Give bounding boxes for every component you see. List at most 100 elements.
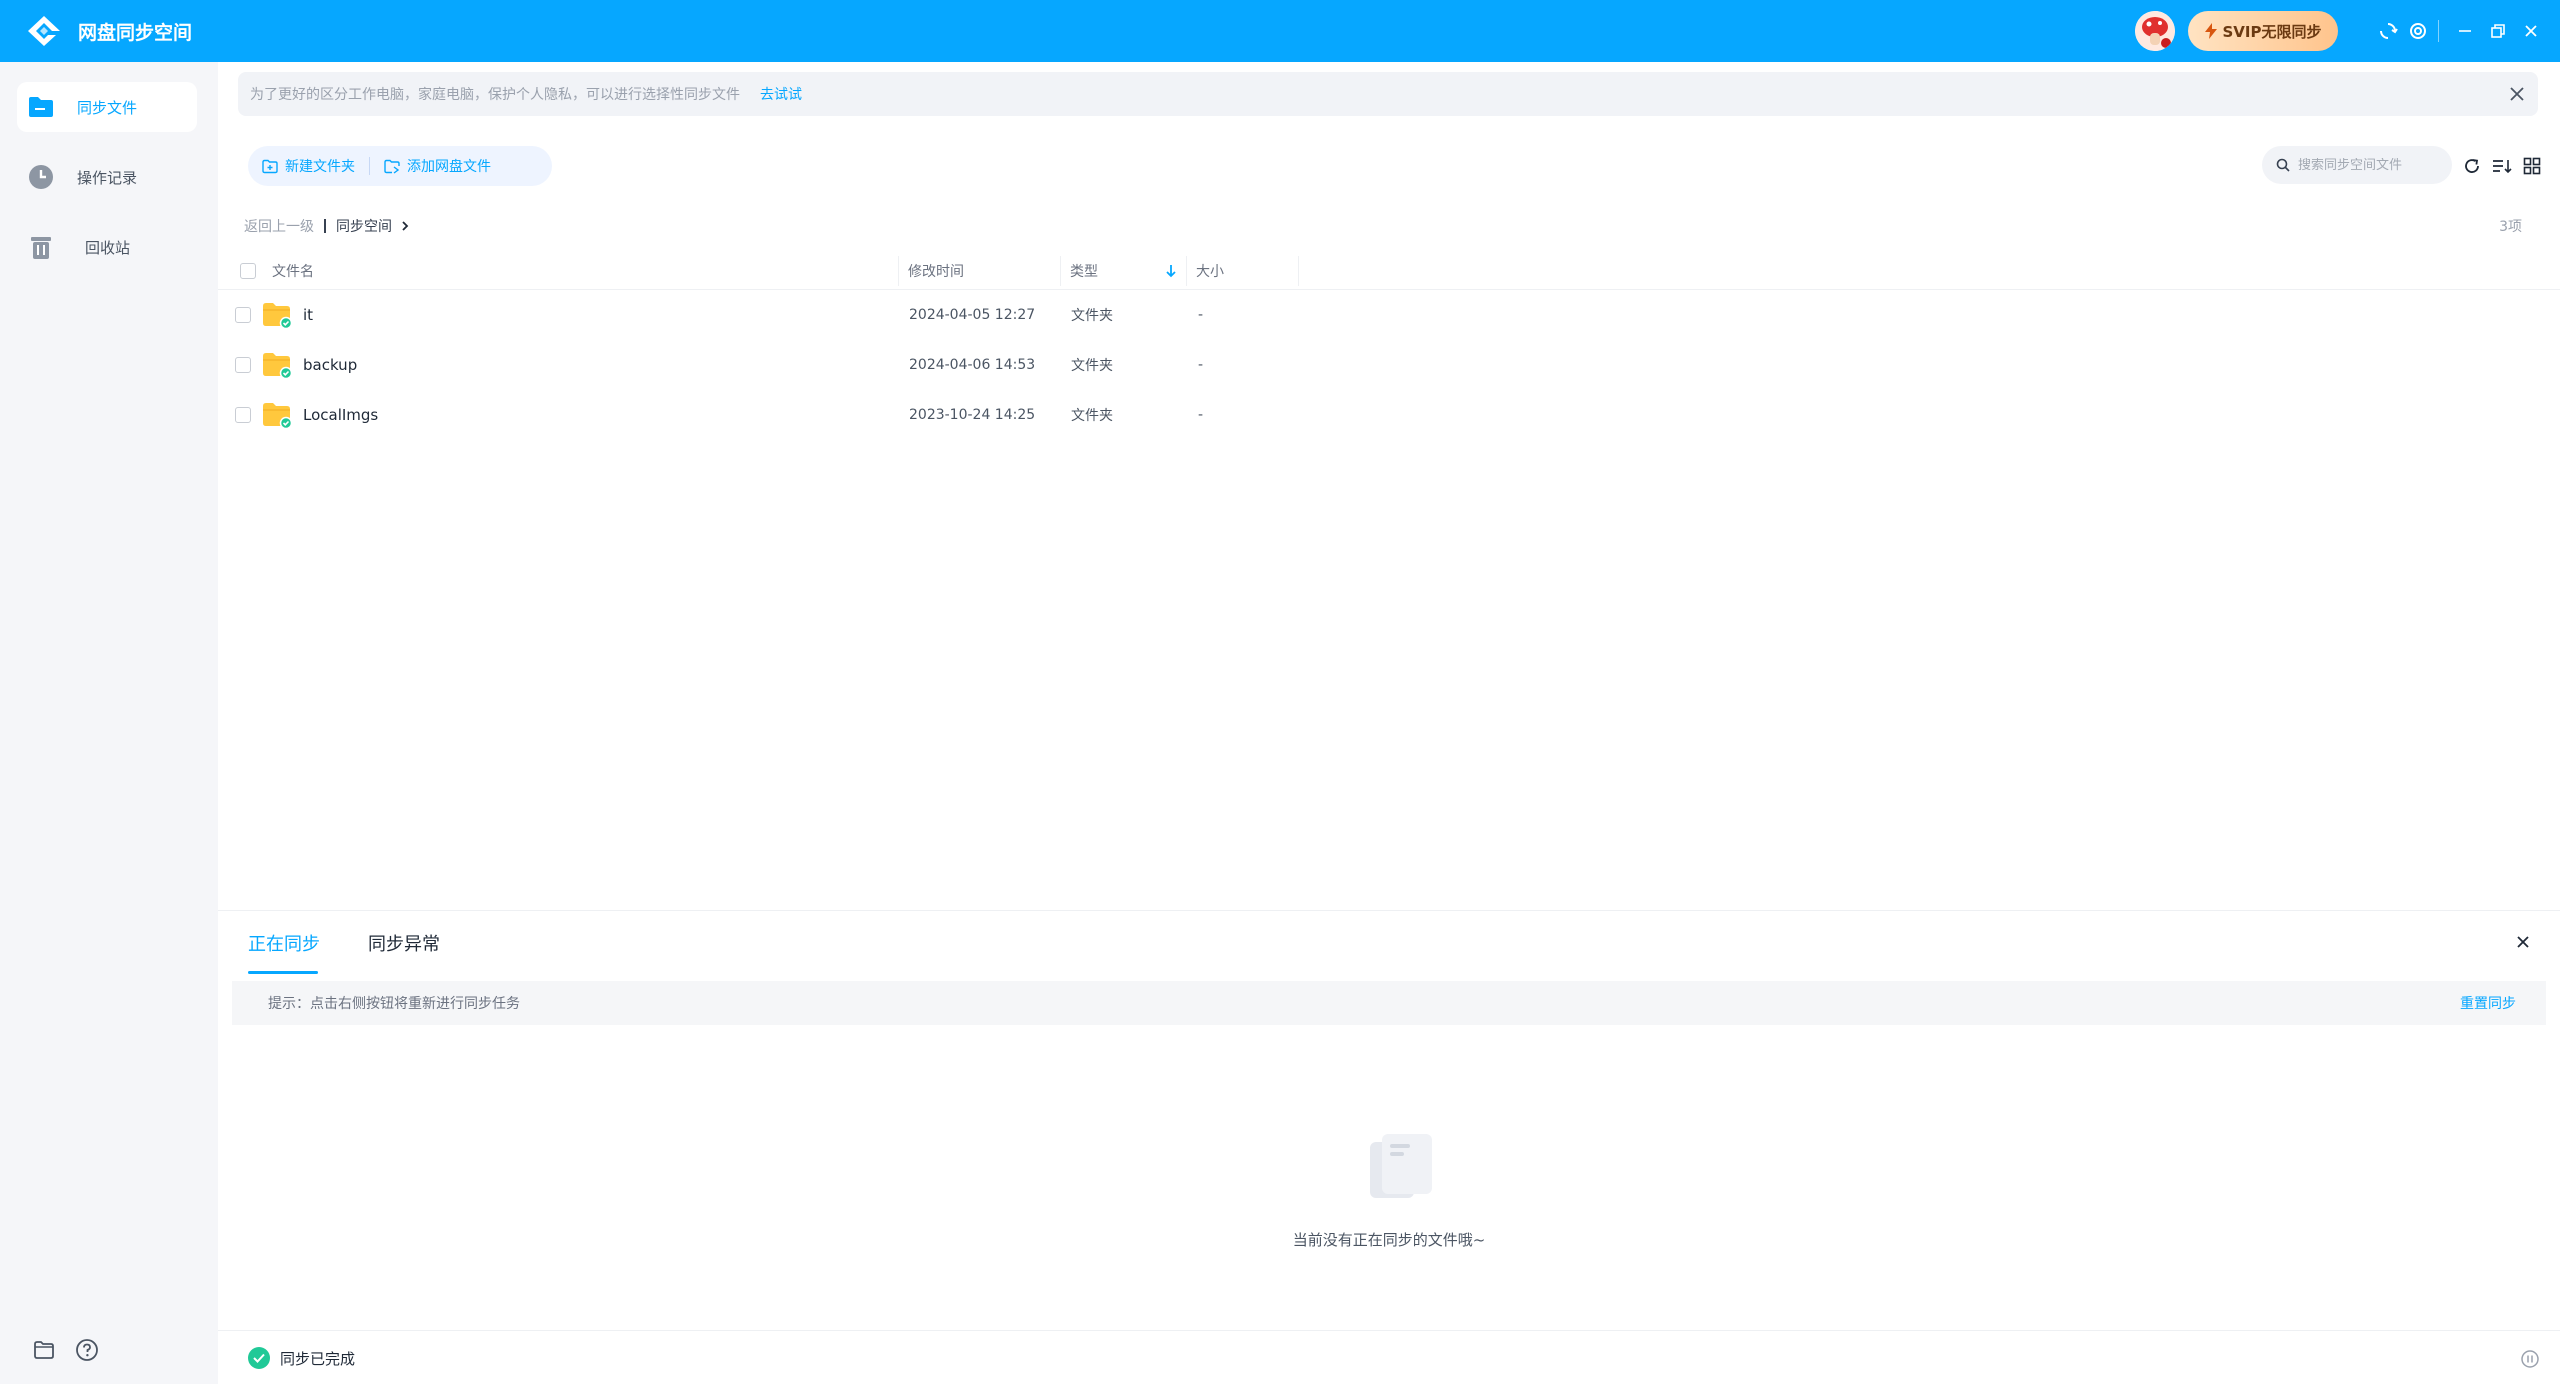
add-cloud-file-button[interactable]: 添加网盘文件	[370, 146, 505, 186]
file-type: 文件夹	[1071, 308, 1113, 324]
svip-label: SVIP无限同步	[2222, 22, 2322, 41]
avatar[interactable]	[2135, 11, 2175, 51]
file-modified: 2023-10-24 14:25	[909, 407, 1036, 423]
trash-icon	[31, 237, 51, 259]
sidebar: 同步文件 操作记录 回收站	[0, 62, 218, 1384]
synced-folder-icon	[262, 390, 292, 440]
banner-try-link[interactable]: 去试试	[760, 84, 802, 104]
synced-folder-icon	[262, 290, 292, 340]
file-name[interactable]: backup	[303, 340, 357, 390]
search-input[interactable]	[2298, 157, 2438, 173]
new-folder-icon	[262, 159, 278, 173]
sync-settings-icon[interactable]	[2375, 18, 2401, 44]
add-cloud-file-label: 添加网盘文件	[407, 159, 491, 175]
tab-syncing[interactable]: 正在同步	[248, 911, 320, 975]
breadcrumb-back-link[interactable]: 返回上一级	[244, 216, 314, 236]
file-name[interactable]: it	[303, 290, 313, 340]
file-modified: 2024-04-05 12:27	[909, 307, 1036, 323]
sync-panel: 正在同步 同步异常 提示：点击右侧按钮将重新进行同步任务 重置同步	[218, 910, 2560, 1330]
sidebar-item-history[interactable]: 操作记录	[17, 152, 197, 202]
sync-tip-bar: 提示：点击右侧按钮将重新进行同步任务 重置同步	[232, 981, 2546, 1025]
empty-state-text: 当前没有正在同步的文件哦~	[1292, 1231, 1486, 1249]
file-type: 文件夹	[1071, 408, 1113, 424]
close-window-icon[interactable]	[2518, 18, 2544, 44]
breadcrumb-current[interactable]: 同步空间	[336, 216, 392, 236]
grid-view-button[interactable]	[2520, 154, 2544, 178]
column-divider	[1298, 256, 1299, 286]
action-group: 新建文件夹 添加网盘文件	[248, 146, 552, 186]
synced-folder-icon	[262, 340, 292, 390]
title-bar: 网盘同步空间 SVIP无限同步	[0, 0, 2560, 62]
avatar-image-icon	[2135, 11, 2175, 51]
file-type: 文件夹	[1071, 358, 1113, 374]
file-size: -	[1198, 357, 1204, 373]
column-header-type[interactable]: 类型	[1070, 252, 1098, 290]
titlebar-divider	[2438, 20, 2439, 42]
sync-tip-text: 提示：点击右侧按钮将重新进行同步任务	[268, 996, 520, 1012]
search-box[interactable]	[2262, 146, 2452, 184]
sort-button[interactable]	[2490, 154, 2514, 178]
new-folder-button[interactable]: 新建文件夹	[248, 146, 369, 186]
select-all-checkbox[interactable]	[240, 252, 256, 290]
table-row[interactable]: it 2024-04-05 12:27 文件夹 -	[218, 290, 2560, 340]
sort-icon	[2493, 160, 2512, 174]
file-modified: 2024-04-06 14:53	[909, 357, 1036, 373]
column-divider	[898, 256, 899, 286]
sidebar-item-sync-files[interactable]: 同步文件	[17, 82, 197, 132]
sidebar-item-label: 回收站	[85, 238, 131, 257]
sync-complete-icon	[248, 1347, 270, 1369]
column-divider	[1060, 256, 1061, 286]
column-divider	[1186, 256, 1187, 286]
breadcrumb-separator	[324, 219, 326, 233]
file-table-header: 文件名 修改时间 类型 大小	[218, 252, 2560, 290]
lightning-icon	[2204, 23, 2217, 39]
column-header-modified[interactable]: 修改时间	[908, 252, 964, 290]
open-folder-button[interactable]	[31, 1337, 57, 1363]
empty-files-icon	[1370, 1134, 1432, 1198]
banner-text: 为了更好的区分工作电脑，家庭电脑，保护个人隐私，可以进行选择性同步文件	[250, 87, 740, 103]
sync-status-text: 同步已完成	[280, 1350, 356, 1368]
app-logo-icon	[28, 16, 60, 46]
restore-icon[interactable]	[2485, 18, 2511, 44]
add-cloud-file-icon	[384, 159, 400, 174]
folder-sync-icon	[29, 97, 53, 117]
clock-icon	[29, 165, 53, 189]
row-checkbox[interactable]	[235, 340, 251, 390]
row-checkbox[interactable]	[235, 290, 251, 340]
active-tab-indicator	[248, 971, 318, 974]
help-button[interactable]	[74, 1337, 100, 1363]
sidebar-item-label: 同步文件	[77, 98, 138, 117]
selective-sync-banner: 为了更好的区分工作电脑，家庭电脑，保护个人隐私，可以进行选择性同步文件 去试试	[238, 72, 2538, 116]
file-size: -	[1198, 307, 1204, 323]
resync-button[interactable]: 重置同步	[2460, 993, 2516, 1013]
grid-view-icon	[2523, 157, 2541, 175]
folder-icon	[34, 1341, 54, 1359]
column-header-size[interactable]: 大小	[1196, 252, 1224, 290]
new-folder-label: 新建文件夹	[285, 159, 355, 175]
sort-desc-icon[interactable]	[1166, 252, 1176, 290]
column-header-name[interactable]: 文件名	[272, 252, 314, 290]
file-size: -	[1198, 407, 1204, 423]
file-name[interactable]: LocalImgs	[303, 390, 378, 440]
chevron-right-icon	[402, 221, 409, 231]
help-icon	[76, 1339, 98, 1361]
tab-sync-errors[interactable]: 同步异常	[368, 911, 440, 975]
row-checkbox[interactable]	[235, 390, 251, 440]
svip-button[interactable]: SVIP无限同步	[2188, 11, 2338, 51]
pause-icon[interactable]	[2520, 1349, 2540, 1369]
minimize-icon[interactable]	[2452, 18, 2478, 44]
sidebar-item-recycle-bin[interactable]: 回收站	[17, 222, 197, 272]
search-icon	[2276, 158, 2290, 172]
refresh-icon	[2465, 159, 2479, 173]
settings-icon[interactable]	[2405, 18, 2431, 44]
status-bar: 同步已完成	[218, 1330, 2560, 1384]
table-row[interactable]: LocalImgs 2023-10-24 14:25 文件夹 -	[218, 390, 2560, 440]
breadcrumb: 返回上一级 同步空间	[244, 216, 410, 236]
close-icon[interactable]	[2506, 83, 2528, 105]
app-title: 网盘同步空间	[78, 22, 193, 44]
close-icon[interactable]	[2512, 931, 2534, 953]
item-count: 3项	[2499, 219, 2522, 235]
sidebar-item-label: 操作记录	[77, 168, 138, 187]
table-row[interactable]: backup 2024-04-06 14:53 文件夹 -	[218, 340, 2560, 390]
refresh-button[interactable]	[2460, 154, 2484, 178]
